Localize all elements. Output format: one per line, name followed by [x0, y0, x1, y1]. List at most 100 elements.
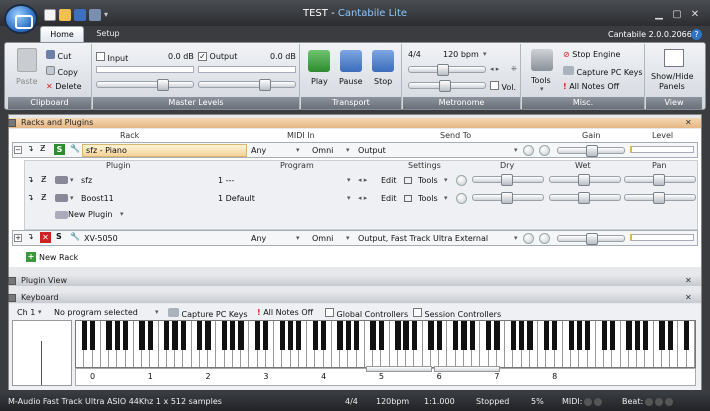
tools-icon[interactable] — [531, 49, 553, 71]
show-hide-panels-button[interactable]: Show/Hide — [651, 72, 694, 81]
delete-button[interactable]: ✕ Delete — [46, 82, 82, 91]
black-key[interactable] — [428, 321, 434, 350]
slider-thumb[interactable] — [586, 233, 598, 245]
rack-name-field[interactable]: sfz - Piano — [82, 144, 247, 157]
output-gain-slider[interactable] — [198, 79, 296, 91]
tempo-select[interactable]: 120 bpm — [443, 50, 479, 59]
cut-button[interactable]: Cut — [46, 50, 71, 61]
plugin1-pan-slider[interactable] — [624, 174, 696, 186]
slider-thumb[interactable] — [653, 174, 665, 186]
black-key[interactable] — [337, 321, 343, 350]
black-key[interactable] — [114, 321, 120, 350]
black-key[interactable] — [287, 321, 294, 350]
plugin1-dry-slider[interactable] — [472, 174, 544, 186]
keyboard-range-right-handle[interactable] — [434, 366, 500, 372]
slider-thumb[interactable] — [653, 192, 665, 204]
plugin-name-boost11[interactable]: Boost11 — [81, 194, 114, 203]
plugin-power-knob[interactable] — [456, 175, 467, 186]
black-key[interactable] — [370, 321, 376, 350]
capture-pc-keys-button[interactable]: Capture PC Keys — [563, 66, 643, 77]
keyboard-range-left-handle[interactable] — [366, 366, 432, 372]
rack2-channel-select[interactable]: Omni — [312, 234, 333, 243]
dropdown-icon[interactable]: ▾ — [120, 210, 124, 218]
stop-icon[interactable] — [372, 50, 394, 72]
channel-select[interactable]: Ch 1 — [17, 308, 35, 317]
bypass-knob[interactable] — [539, 145, 550, 156]
new-rack-button[interactable]: New Rack — [39, 253, 78, 262]
input-toggle[interactable]: Input — [96, 52, 128, 63]
tools-button[interactable]: Tools — [531, 76, 551, 85]
output-checkbox[interactable]: ✓ — [198, 52, 207, 61]
solo-icon[interactable]: S — [54, 144, 65, 155]
plugin2-wet-slider[interactable] — [549, 192, 621, 204]
rack1-send-to-select[interactable]: Output — [358, 146, 386, 155]
black-key[interactable] — [634, 321, 640, 350]
plugin2-dry-slider[interactable] — [472, 192, 544, 204]
stop-engine-button[interactable]: ⊘ Stop Engine — [563, 50, 620, 59]
global-controllers-toggle[interactable]: Global Controllers — [325, 308, 408, 319]
black-key[interactable] — [345, 321, 351, 350]
dropdown-icon[interactable]: ▾ — [70, 194, 74, 202]
dropdown-icon[interactable]: ▾ — [347, 194, 351, 202]
rack-expand-icon[interactable]: − — [14, 146, 22, 154]
plugin1-edit-button[interactable]: Edit — [381, 176, 397, 185]
new-plugin-button[interactable]: New Plugin — [68, 210, 112, 219]
pitch-mod-wheel-area[interactable] — [12, 320, 72, 386]
suspend-icon[interactable]: Ƶ — [40, 144, 45, 153]
black-key[interactable] — [180, 321, 186, 350]
plugin-power-knob[interactable] — [456, 193, 467, 204]
mute-x-icon[interactable]: ✕ — [40, 232, 51, 243]
black-key[interactable] — [378, 321, 384, 350]
pause-button[interactable]: Pause — [339, 77, 363, 86]
slider-thumb[interactable] — [157, 79, 169, 91]
black-key[interactable] — [576, 321, 583, 350]
program-select[interactable]: No program selected — [54, 308, 138, 317]
solo-icon[interactable]: S — [56, 232, 62, 241]
black-key[interactable] — [494, 321, 500, 350]
slider-thumb[interactable] — [259, 79, 271, 91]
slider-thumb[interactable] — [501, 174, 513, 186]
slider-thumb[interactable] — [437, 64, 449, 76]
tempo-dropdown-icon[interactable]: ▾ — [483, 50, 487, 58]
plugin-name-sfz[interactable]: sfz — [81, 176, 92, 185]
plugin1-wet-slider[interactable] — [549, 174, 621, 186]
vol-checkbox[interactable] — [490, 81, 499, 90]
plugin1-program-select[interactable]: 1 --- — [218, 176, 234, 185]
black-key[interactable] — [353, 321, 360, 350]
dropdown-icon[interactable]: ▾ — [346, 146, 350, 154]
black-key[interactable] — [395, 321, 401, 350]
tempo-arrows-icon[interactable]: ◂ ▸ — [490, 65, 499, 73]
copy-button[interactable]: Copy — [46, 66, 78, 77]
black-key[interactable] — [263, 321, 269, 350]
black-key[interactable] — [626, 321, 632, 350]
minimize-button[interactable]: ▁ — [652, 9, 666, 21]
plugin2-pan-slider[interactable] — [624, 192, 696, 204]
plugin2-tools-button[interactable]: Tools — [418, 194, 438, 203]
black-key[interactable] — [601, 321, 607, 350]
black-key[interactable] — [139, 321, 145, 350]
black-key[interactable] — [106, 321, 112, 350]
rack2-gain-slider[interactable] — [557, 233, 625, 245]
black-key[interactable] — [453, 321, 459, 350]
black-key[interactable] — [197, 321, 203, 350]
black-key[interactable] — [609, 321, 616, 350]
dropdown-icon[interactable]: ▾ — [514, 234, 518, 242]
tab-setup[interactable]: Setup — [88, 26, 128, 43]
black-key[interactable] — [320, 321, 327, 350]
plugin1-tools-button[interactable]: Tools — [418, 176, 438, 185]
help-icon[interactable]: ? — [691, 29, 702, 40]
black-key[interactable] — [461, 321, 467, 350]
black-key[interactable] — [205, 321, 211, 350]
black-key[interactable] — [519, 321, 525, 350]
black-key[interactable] — [684, 321, 690, 350]
black-key[interactable] — [312, 321, 318, 350]
pause-icon[interactable] — [340, 50, 362, 72]
global-controllers-checkbox[interactable] — [325, 308, 334, 317]
racks-panel-close-icon[interactable]: ✕ — [685, 118, 692, 127]
input-checkbox[interactable] — [96, 52, 105, 61]
black-key[interactable] — [230, 321, 236, 350]
rack2-send-to-select[interactable]: Output, Fast Track Ultra External — [358, 234, 488, 243]
black-key[interactable] — [568, 321, 574, 350]
paste-button[interactable]: Paste — [16, 77, 38, 86]
keyboard-close-icon[interactable]: ✕ — [685, 293, 692, 302]
